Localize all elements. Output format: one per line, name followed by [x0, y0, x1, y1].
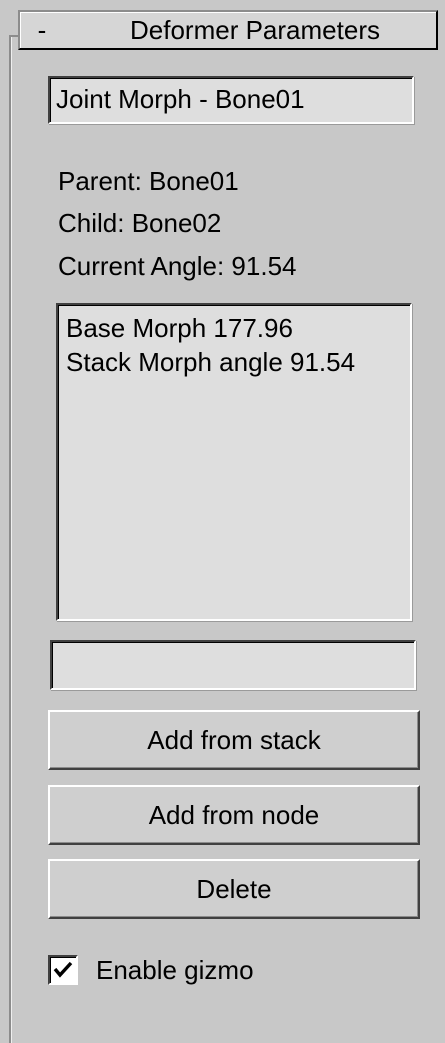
panel-group-border: [9, 36, 12, 1043]
morph-list[interactable]: Base Morph 177.96 Stack Morph angle 91.5…: [56, 303, 412, 621]
rollout-collapse-toggle[interactable]: -: [30, 15, 54, 45]
current-angle-label: Current Angle: 91.54: [58, 251, 297, 281]
list-item[interactable]: Stack Morph angle 91.54: [66, 345, 410, 379]
child-label: Child: Bone02: [58, 208, 222, 238]
checkmark-icon: [53, 961, 73, 978]
enable-gizmo-checkbox[interactable]: [48, 955, 78, 985]
rollout-header[interactable]: - Deformer Parameters: [18, 10, 438, 50]
enable-gizmo-toggle[interactable]: Enable gizmo: [48, 952, 254, 988]
add-from-stack-button[interactable]: Add from stack: [48, 710, 420, 770]
delete-button[interactable]: Delete: [48, 859, 420, 919]
deformer-name-field[interactable]: Joint Morph - Bone01: [48, 76, 414, 124]
enable-gizmo-label: Enable gizmo: [96, 954, 254, 985]
morph-name-input[interactable]: [50, 640, 416, 690]
rollout-title[interactable]: Deformer Parameters: [80, 15, 430, 45]
list-item[interactable]: Base Morph 177.96: [66, 311, 410, 345]
parent-label: Parent: Bone01: [58, 166, 239, 196]
add-from-node-button[interactable]: Add from node: [48, 785, 420, 845]
